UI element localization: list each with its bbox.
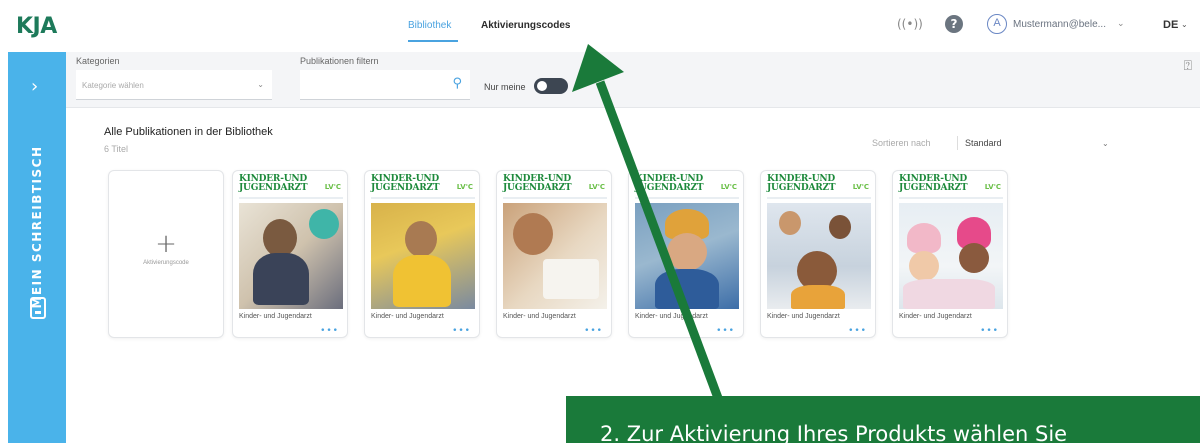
app-logo[interactable]: KJA xyxy=(16,14,57,39)
chevron-down-icon[interactable]: ⌄ xyxy=(1102,139,1109,148)
cover-photo xyxy=(767,203,871,309)
publication-title: Kinder- und Jugendarzt xyxy=(899,313,972,320)
publication-card[interactable]: KINDER-UND JUGENDARZT LV'C Kinder- und Ju… xyxy=(496,170,612,338)
cover-image: KINDER-UND JUGENDARZT LV'C xyxy=(635,175,739,309)
search-icon[interactable]: ⚲ xyxy=(452,76,462,91)
filter-bar: Kategorien Kategorie wählen ⌄ Publikatio… xyxy=(66,52,1200,108)
cover-badge: LV'C xyxy=(984,183,1001,191)
search-label: Publikationen filtern xyxy=(300,56,379,66)
cover-photo xyxy=(371,203,475,309)
publication-card[interactable]: KINDER-UND JUGENDARZT LV'C Kinder- und Ju… xyxy=(760,170,876,338)
publication-title: Kinder- und Jugendarzt xyxy=(239,313,312,320)
cover-title-line: JUGENDARZT xyxy=(767,183,836,193)
avatar-icon[interactable]: A xyxy=(987,14,1007,34)
cover-title-line: JUGENDARZT xyxy=(503,183,572,193)
language-chevron-icon[interactable]: ⌄ xyxy=(1181,20,1188,29)
category-placeholder: Kategorie wählen xyxy=(82,81,144,90)
cover-photo xyxy=(239,203,343,309)
more-options-icon[interactable]: ••• xyxy=(716,326,735,336)
publication-title: Kinder- und Jugendarzt xyxy=(767,313,840,320)
cover-photo xyxy=(899,203,1003,309)
signal-icon[interactable]: ((•)) xyxy=(897,14,923,34)
tab-bibliothek[interactable]: Bibliothek xyxy=(408,20,451,31)
more-options-icon[interactable]: ••• xyxy=(584,326,603,336)
book-icon[interactable] xyxy=(30,297,46,319)
category-label: Kategorien xyxy=(76,56,120,66)
search-input[interactable]: ⚲ xyxy=(300,70,470,100)
chevron-down-icon[interactable]: ⌄ xyxy=(1117,19,1125,29)
cover-badge: LV'C xyxy=(588,183,605,191)
cover-image: KINDER-UND JUGENDARZT LV'C xyxy=(371,175,475,309)
cover-image: KINDER-UND JUGENDARZT LV'C xyxy=(239,175,343,309)
title-count: 6 Titel xyxy=(104,144,129,154)
sort-label: Sortieren nach xyxy=(872,138,931,148)
cover-badge: LV'C xyxy=(720,183,737,191)
publication-title: Kinder- und Jugendarzt xyxy=(371,313,444,320)
sort-select[interactable]: Standard xyxy=(965,138,1002,148)
cover-title-line: JUGENDARZT xyxy=(899,183,968,193)
cover-badge: LV'C xyxy=(456,183,473,191)
plus-icon: + xyxy=(155,229,177,259)
add-activation-code-card[interactable]: + Aktivierungscode xyxy=(108,170,224,338)
help-search-icon[interactable]: ⍰ xyxy=(1184,58,1192,74)
cover-image: KINDER-UND JUGENDARZT LV'C xyxy=(767,175,871,309)
cover-badge: LV'C xyxy=(324,183,341,191)
chevron-down-icon: ⌄ xyxy=(257,80,264,89)
language-selector[interactable]: DE xyxy=(1163,19,1178,31)
section-title: Alle Publikationen in der Bibliothek xyxy=(104,126,273,138)
publication-card[interactable]: KINDER-UND JUGENDARZT LV'C Kinder- und Ju… xyxy=(892,170,1008,338)
publication-card[interactable]: KINDER-UND JUGENDARZT LV'C Kinder- und Ju… xyxy=(628,170,744,338)
publication-title: Kinder- und Jugendarzt xyxy=(503,313,576,320)
category-select[interactable]: Kategorie wählen ⌄ xyxy=(76,70,272,100)
cover-title-line: JUGENDARZT xyxy=(635,183,704,193)
callout-text: 2. Zur Aktivierung Ihres Produkts wählen… xyxy=(600,422,1068,443)
publication-title: Kinder- und Jugendarzt xyxy=(635,313,708,320)
more-options-icon[interactable]: ••• xyxy=(452,326,471,336)
cover-photo xyxy=(635,203,739,309)
cover-title-line: JUGENDARZT xyxy=(371,183,440,193)
cover-title-line: JUGENDARZT xyxy=(239,183,308,193)
cover-image: KINDER-UND JUGENDARZT LV'C xyxy=(503,175,607,309)
top-header: KJA Bibliothek Aktivierungscodes ((•)) ?… xyxy=(0,0,1200,52)
sidebar-label: MEIN SCHREIBTISCH xyxy=(30,145,44,309)
annotation-callout: 2. Zur Aktivierung Ihres Produkts wählen… xyxy=(566,396,1200,443)
chevron-right-icon[interactable]: › xyxy=(31,76,38,97)
add-card-label: Aktivierungscode xyxy=(143,260,189,266)
tab-aktivierungscodes[interactable]: Aktivierungscodes xyxy=(481,20,570,31)
cover-badge: LV'C xyxy=(852,183,869,191)
publication-card[interactable]: KINDER-UND JUGENDARZT LV'C Kinder- und Ju… xyxy=(364,170,480,338)
sidebar-schreibtisch[interactable]: › MEIN SCHREIBTISCH xyxy=(8,52,66,443)
help-icon[interactable]: ? xyxy=(945,15,963,33)
more-options-icon[interactable]: ••• xyxy=(980,326,999,336)
sort-divider xyxy=(957,136,958,150)
more-options-icon[interactable]: ••• xyxy=(848,326,867,336)
more-options-icon[interactable]: ••• xyxy=(320,326,339,336)
publication-card[interactable]: KINDER-UND JUGENDARZT LV'C Kinder- und Ju… xyxy=(232,170,348,338)
cover-image: KINDER-UND JUGENDARZT LV'C xyxy=(899,175,1003,309)
active-tab-indicator xyxy=(408,40,458,42)
only-mine-toggle[interactable] xyxy=(534,78,568,94)
toggle-label: Nur meine xyxy=(484,82,526,92)
user-name[interactable]: Mustermann@bele... xyxy=(1013,19,1106,30)
cover-photo xyxy=(503,203,607,309)
